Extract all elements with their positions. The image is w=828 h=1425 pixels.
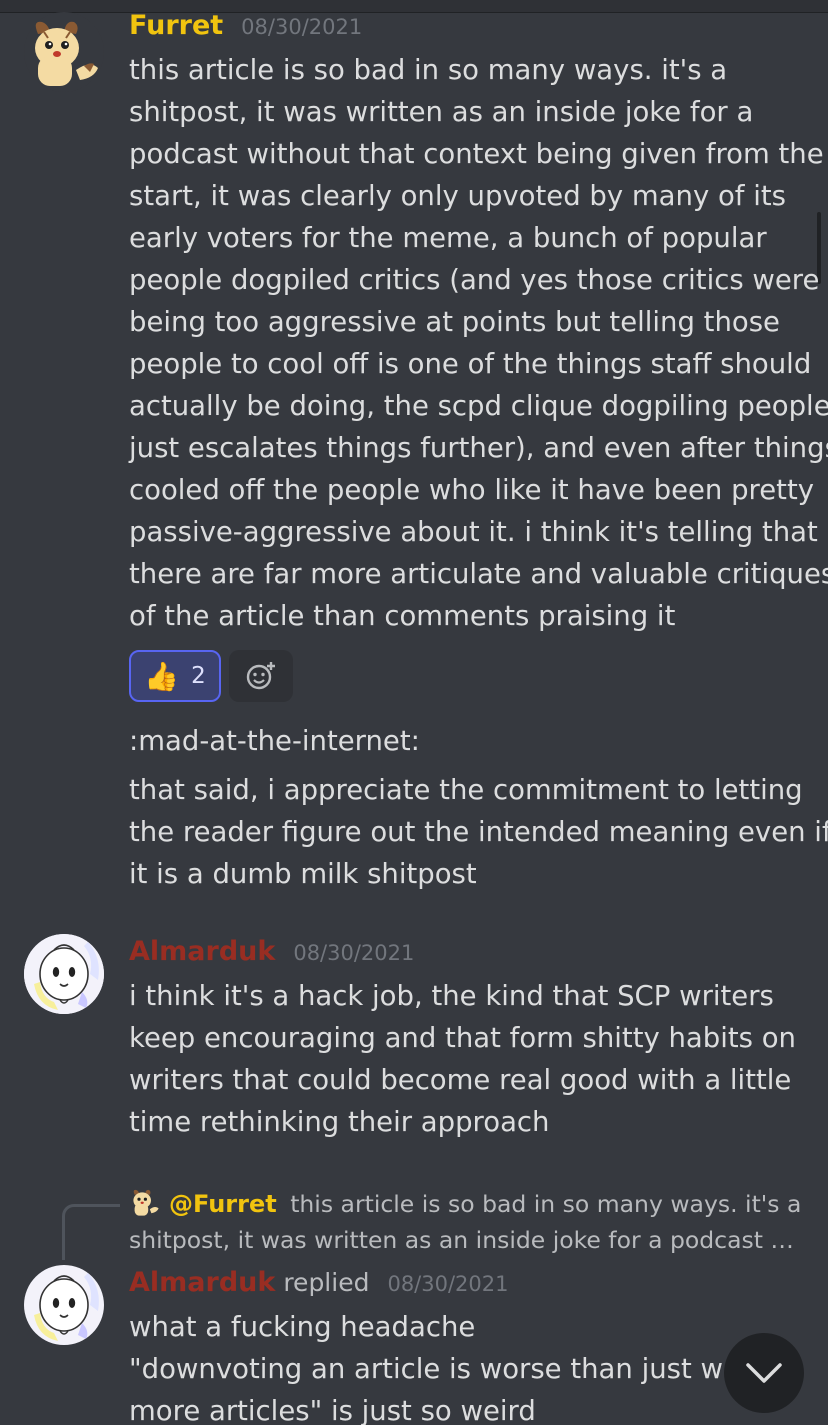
- message-line: early voters for the meme, a bunch of po…: [129, 222, 767, 254]
- message-line: cooled off the people who like it have b…: [129, 474, 815, 506]
- message-line: keep encouraging and that form shitty ha…: [129, 1022, 796, 1054]
- author-name[interactable]: Furret: [129, 10, 223, 41]
- message-line: the reader figure out the intended meani…: [129, 816, 828, 848]
- message-line: more articles" is just so weird: [129, 1395, 536, 1425]
- reply-avatar-furret: [129, 1186, 161, 1218]
- timestamp: 08/30/2021: [293, 941, 415, 965]
- message-text: what a fucking headache "downvoting an a…: [129, 1306, 806, 1425]
- message-text: this article is so bad in so many ways. …: [129, 49, 828, 637]
- reply-preview-line: shitpost, it was written as an inside jo…: [129, 1226, 794, 1254]
- message-line: that said, i appreciate the commitment t…: [129, 774, 803, 806]
- timestamp: 08/30/2021: [387, 1272, 509, 1296]
- message-line: just escalates things further), and even…: [129, 432, 828, 464]
- message-line: writers that could become real good with…: [129, 1064, 792, 1096]
- message-line: i think it's a hack job, the kind that S…: [129, 980, 774, 1012]
- message-line: time rethinking their approach: [129, 1106, 550, 1138]
- message-line: being too aggressive at points but telli…: [129, 306, 780, 338]
- reaction-bar: 👍 2: [129, 650, 293, 702]
- message-line: "downvoting an article is worse than jus…: [129, 1353, 753, 1385]
- reaction-count: 2: [191, 663, 206, 689]
- reply-mention[interactable]: @Furret: [169, 1190, 277, 1218]
- message-followup[interactable]: that said, i appreciate the commitment t…: [129, 769, 828, 895]
- add-reaction-icon: [246, 662, 275, 690]
- avatar-almarduk[interactable]: [24, 1265, 104, 1345]
- replied-label: replied: [283, 1268, 370, 1297]
- message-header: Almarduk 08/30/2021: [129, 936, 806, 972]
- message-line: there are far more articulate and valuab…: [129, 558, 828, 590]
- message-line: passive-aggressive about it. i think it'…: [129, 516, 818, 548]
- message-line: start, it was clearly only upvoted by ma…: [129, 180, 786, 212]
- avatar-almarduk[interactable]: [24, 934, 104, 1014]
- author-name[interactable]: Almarduk: [129, 1267, 275, 1298]
- author-name[interactable]: Almarduk: [129, 936, 275, 967]
- message-line: :mad-at-the-internet:: [129, 725, 420, 757]
- message-line: actually be doing, the scpd clique dogpi…: [129, 390, 828, 422]
- message-header: Almarduk replied 08/30/2021: [129, 1267, 806, 1303]
- reply-spine: [62, 1204, 120, 1260]
- thumbs-up-icon: 👍: [144, 659, 180, 693]
- reply-line: @Furret this article is so bad in so man…: [129, 1186, 806, 1222]
- message-line: it is a dumb milk shitpost: [129, 858, 477, 890]
- jump-to-present-button[interactable]: [724, 1333, 804, 1413]
- message-line: people to cool off is one of the things …: [129, 348, 812, 380]
- reply-preview: this article is so bad in so many ways. …: [290, 1190, 802, 1218]
- chevron-down-icon: [746, 1363, 782, 1383]
- message-line: what a fucking headache: [129, 1311, 476, 1343]
- avatar-furret[interactable]: [24, 12, 104, 92]
- message-line: podcast without that context being given…: [129, 138, 824, 170]
- message-line: shitpost, it was written as an inside jo…: [129, 96, 754, 128]
- add-reaction-button[interactable]: [229, 650, 293, 702]
- message-text: i think it's a hack job, the kind that S…: [129, 975, 806, 1143]
- message-followup-emote[interactable]: :mad-at-the-internet:: [129, 720, 806, 762]
- chat-screen: Furret 08/30/2021 this article is so bad…: [0, 0, 828, 1425]
- message-line: this article is so bad in so many ways. …: [129, 54, 728, 86]
- thumbs-up-reaction[interactable]: 👍 2: [129, 650, 221, 702]
- reply-reference[interactable]: @Furret this article is so bad in so man…: [129, 1186, 806, 1258]
- timestamp: 08/30/2021: [241, 15, 363, 39]
- message-line: of the article than comments praising it: [129, 600, 676, 632]
- message-header: Furret 08/30/2021: [129, 10, 806, 46]
- message-line: people dogpiled critics (and yes those c…: [129, 264, 820, 296]
